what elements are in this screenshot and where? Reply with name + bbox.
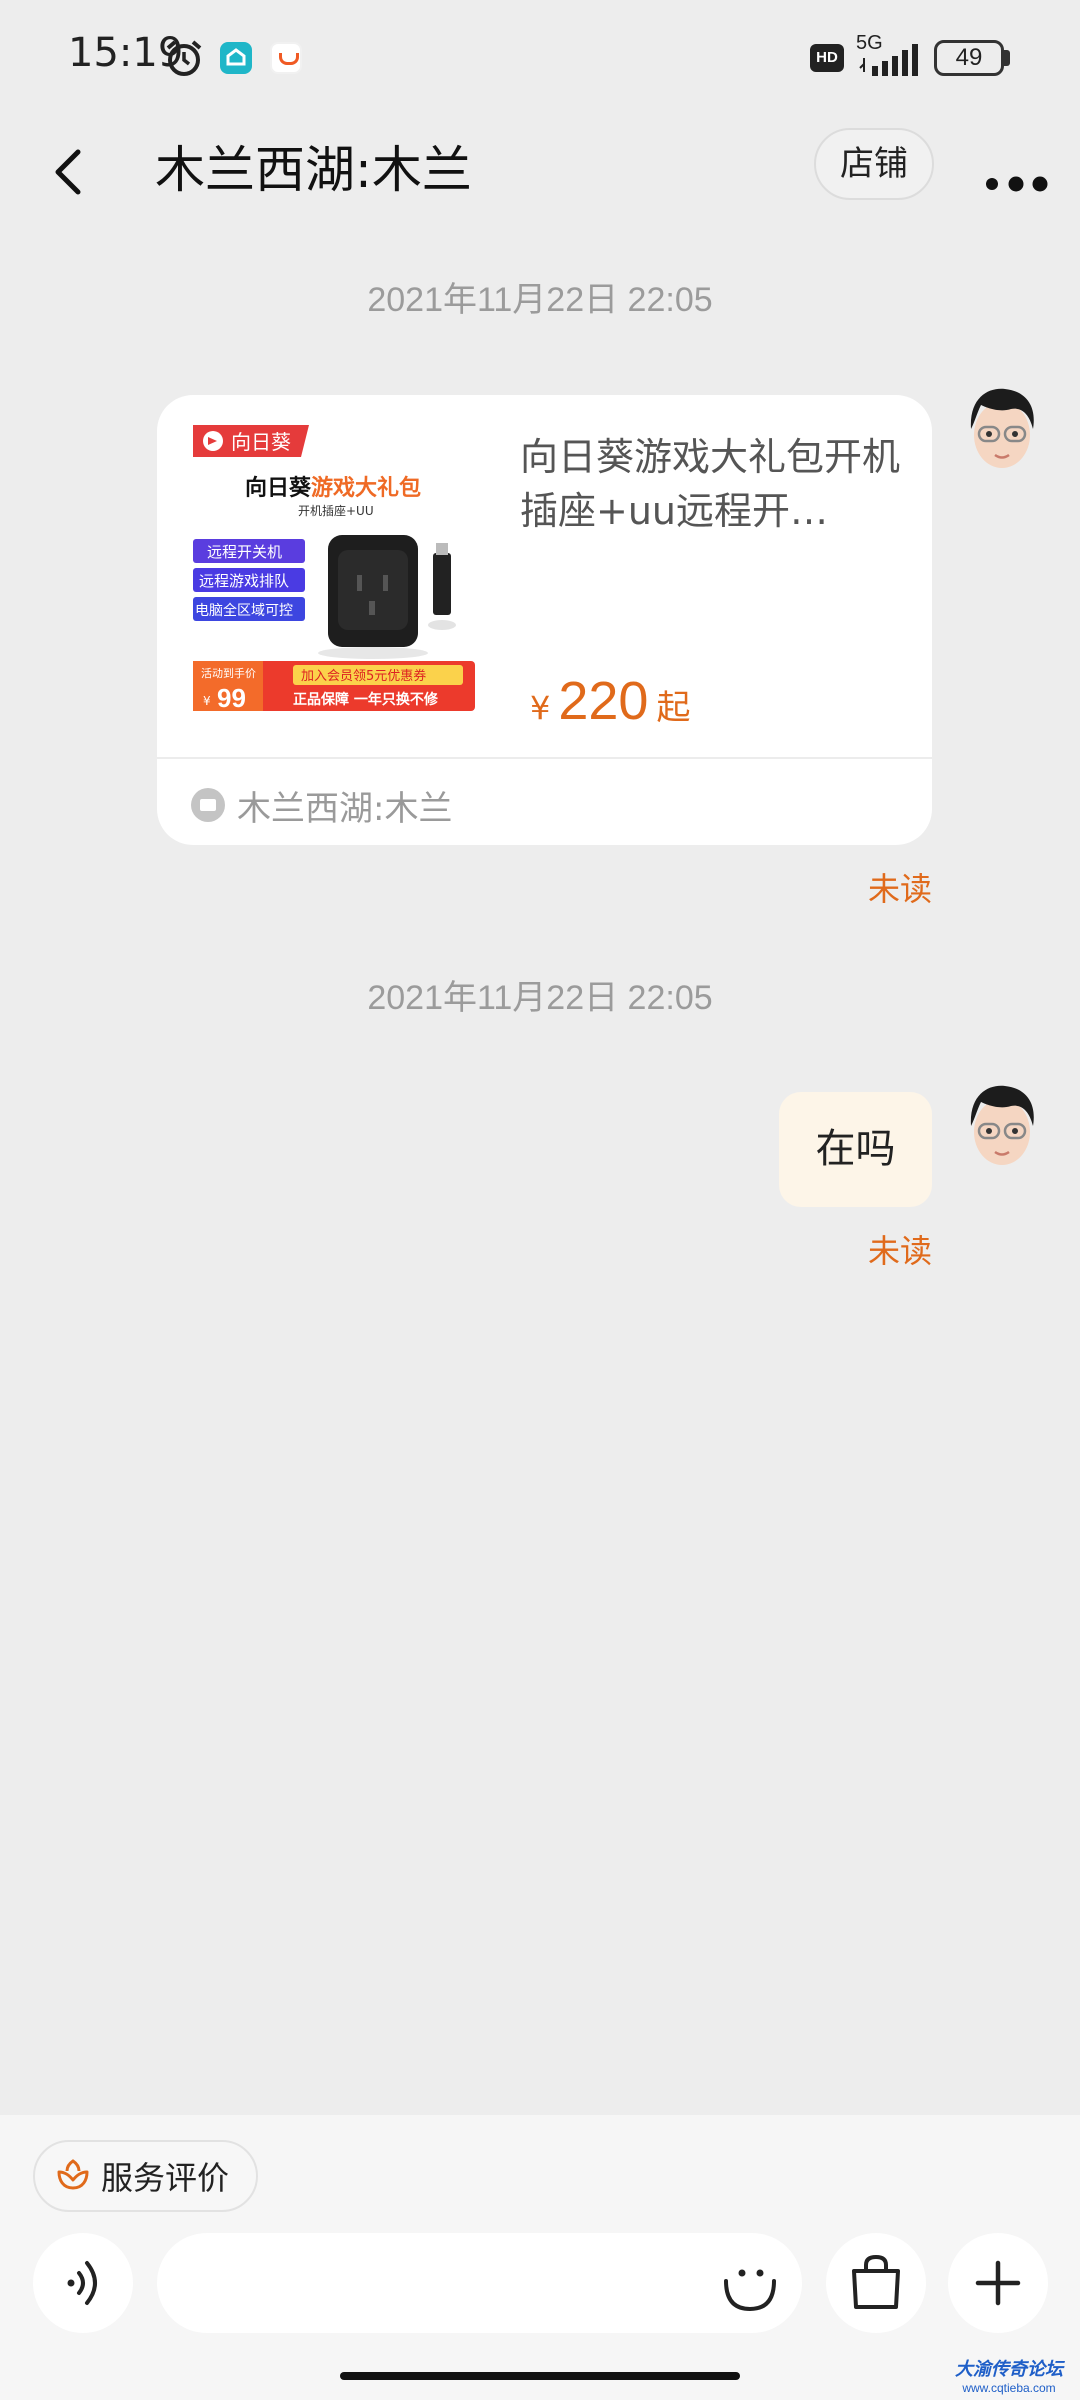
smile-icon xyxy=(724,2269,776,2312)
hd-badge: HD xyxy=(810,44,844,72)
shopping-bag-icon xyxy=(852,2254,900,2309)
watermark-url: www.cqtieba.com xyxy=(962,2381,1056,2395)
status-bar: 15:19 HD 5G 49 xyxy=(0,0,1080,118)
flower-icon xyxy=(57,2159,89,2190)
brand-tag-text: 向日葵 xyxy=(231,430,291,454)
promo-price: 99 xyxy=(217,683,246,713)
plus-button[interactable] xyxy=(948,2233,1048,2333)
shopping-app-icon xyxy=(270,42,302,74)
card-shop-footer[interactable]: 木兰西湖:木兰 xyxy=(191,775,452,835)
message-timestamp: 2021年11月22日 22:05 xyxy=(367,979,713,1017)
promo-small-text: 活动到手价 xyxy=(201,666,256,680)
voice-icon xyxy=(67,2261,97,2305)
price-symbol: ¥ xyxy=(530,689,551,727)
chevron-left-icon xyxy=(55,149,81,195)
shop-button[interactable]: 店铺 xyxy=(814,128,934,200)
message-bubble[interactable]: 在吗 xyxy=(779,1092,932,1207)
feature-pill-1: 远程开关机 xyxy=(207,543,282,561)
product-image[interactable]: 向日葵 向日葵 游戏大礼包 开机插座+UU 远程开关机 远程游戏排队 电脑全区域… xyxy=(193,425,483,715)
back-button[interactable] xyxy=(44,136,116,208)
promo-line-2: 正品保障 一年只换不修 xyxy=(293,691,439,708)
signal-icon xyxy=(859,44,918,76)
alarm-icon xyxy=(166,40,202,76)
card-shop-name: 木兰西湖:木兰 xyxy=(237,788,453,829)
home-indicator[interactable] xyxy=(340,2372,740,2380)
chat-header: 木兰西湖:木兰 店铺 xyxy=(0,118,1080,228)
card-divider xyxy=(157,757,932,759)
unread-status: 未读 xyxy=(868,870,933,908)
price-suffix: 起 xyxy=(656,688,691,728)
avatar[interactable] xyxy=(963,383,1041,477)
svg-text:¥: ¥ xyxy=(203,694,211,708)
promo-line-1: 加入会员领5元优惠券 xyxy=(301,668,426,684)
service-rating-label: 服务评价 xyxy=(101,2159,230,2197)
feature-pill-3: 电脑全区域可控 xyxy=(195,602,293,619)
product-card[interactable]: 向日葵 向日葵 游戏大礼包 开机插座+UU 远程开关机 远程游戏排队 电脑全区域… xyxy=(157,395,932,845)
image-subline: 开机插座+UU xyxy=(298,503,374,518)
feature-pill-2: 远程游戏排队 xyxy=(199,572,289,590)
page-title: 木兰西湖:木兰 xyxy=(155,141,472,199)
store-icon xyxy=(191,788,225,822)
message-timestamp: 2021年11月22日 22:05 xyxy=(367,281,713,319)
product-title[interactable]: 向日葵游戏大礼包开机插座+uu远程开… xyxy=(520,430,900,538)
more-button[interactable] xyxy=(976,140,1058,200)
price-value: 220 xyxy=(558,671,649,731)
image-headline-orange: 游戏大礼包 xyxy=(311,475,421,501)
voice-button[interactable] xyxy=(33,2233,133,2333)
watermark-title: 大渝传奇论坛 xyxy=(955,2359,1063,2380)
watermark: 大渝传奇论坛 www.cqtieba.com xyxy=(955,2355,1063,2395)
unread-status: 未读 xyxy=(868,1232,933,1270)
message-input[interactable] xyxy=(157,2233,802,2333)
bottom-input-panel: 服务评价 xyxy=(0,2115,1080,2400)
image-headline-black: 向日葵 xyxy=(245,475,312,501)
home-app-icon xyxy=(220,42,252,74)
product-price: ¥220 起 xyxy=(530,670,690,732)
avatar[interactable] xyxy=(963,1080,1041,1174)
shopping-bag-button[interactable] xyxy=(826,2233,926,2333)
battery-indicator: 49 xyxy=(934,40,1004,76)
battery-cap xyxy=(1004,50,1010,66)
more-dots-icon xyxy=(986,176,1048,192)
service-rating-button[interactable]: 服务评价 xyxy=(33,2140,258,2212)
plus-icon xyxy=(975,2260,1021,2306)
emoji-button[interactable] xyxy=(720,2255,780,2315)
